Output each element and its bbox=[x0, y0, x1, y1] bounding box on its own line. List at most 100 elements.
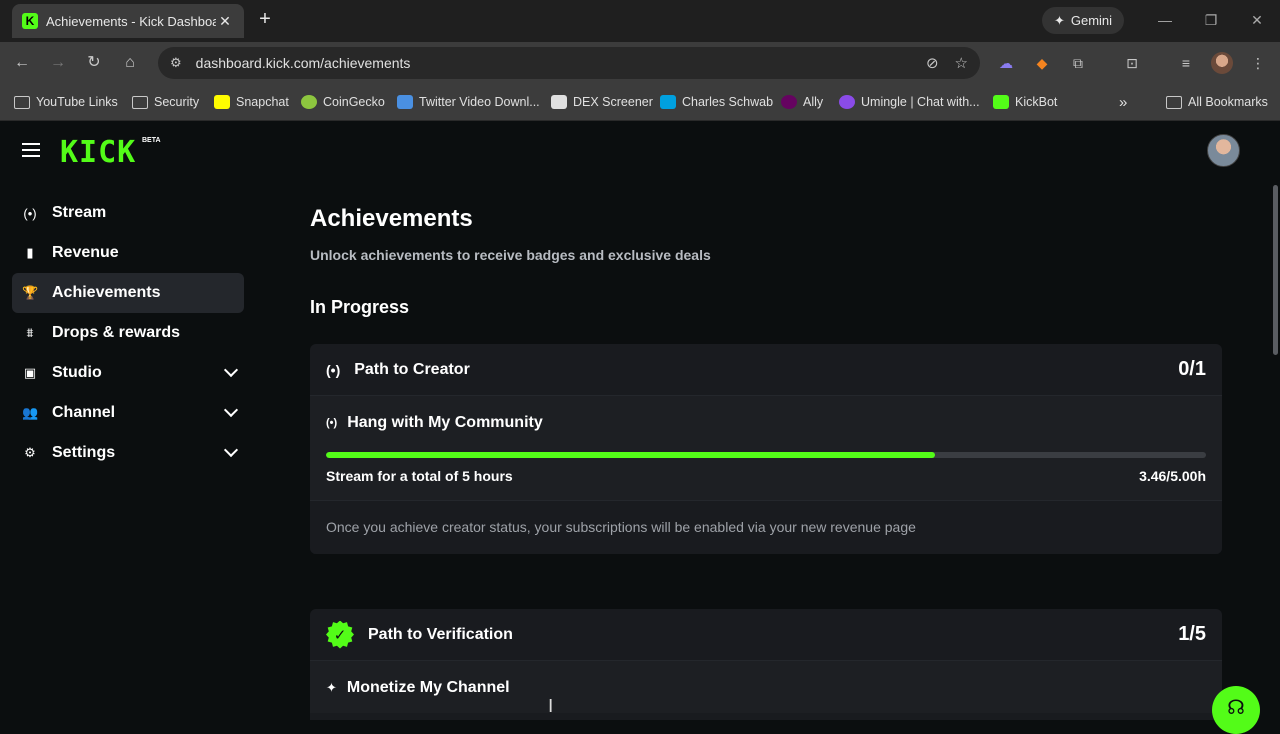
sidebar-item-settings[interactable]: ⚙ Settings bbox=[12, 433, 244, 473]
sparkle-icon: ✦ bbox=[1053, 12, 1065, 28]
snapchat-icon bbox=[214, 95, 230, 109]
sidebar-item-achievements[interactable]: 🏆 Achievements bbox=[12, 273, 244, 313]
gear-icon: ⚙ bbox=[24, 445, 36, 460]
progress-bar-fill bbox=[326, 452, 935, 458]
main-content: Achievements Unlock achievements to rece… bbox=[310, 205, 1222, 720]
page-subtitle: Unlock achievements to receive badges an… bbox=[310, 247, 711, 263]
metamask-icon[interactable]: ◆ bbox=[1032, 53, 1052, 73]
browser-tab[interactable]: K Achievements - Kick Dashboard ✕ bbox=[12, 4, 244, 38]
sidebar-item-studio[interactable]: ▣ Studio bbox=[12, 353, 244, 393]
forward-icon[interactable]: → bbox=[46, 51, 70, 75]
ally-icon bbox=[781, 95, 797, 109]
card-progress-count: 1/5 bbox=[1178, 623, 1206, 645]
page-scrollbar[interactable] bbox=[1273, 185, 1278, 355]
channel-icon: 👥 bbox=[22, 405, 39, 420]
task-progress-text: 3.46/5.00h bbox=[1139, 468, 1206, 484]
kick-logo[interactable]: KICK bbox=[60, 135, 136, 170]
bookmark-umingle[interactable]: Umingle | Chat with... bbox=[839, 92, 980, 112]
site-info-icon[interactable]: ⚙ bbox=[170, 55, 182, 71]
bookmark-charles-schwab[interactable]: Charles Schwab bbox=[660, 92, 773, 112]
home-icon[interactable]: ⌂ bbox=[118, 51, 142, 75]
address-bar[interactable]: ⚙ dashboard.kick.com/achievements ⊘ ☆ bbox=[158, 47, 980, 79]
page-title: Achievements bbox=[310, 205, 473, 232]
achievement-card-path-to-verification: ✓ Path to Verification 1/5 ✦ Monetize My… bbox=[310, 609, 1222, 720]
card-header[interactable]: (•) Path to Creator 0/1 bbox=[310, 344, 1222, 396]
umingle-icon bbox=[839, 95, 855, 109]
card-title: Path to Creator bbox=[354, 360, 470, 378]
bookmarks-bar: YouTube Links Security Snapchat CoinGeck… bbox=[0, 84, 1280, 121]
bookmark-kickbot[interactable]: KickBot bbox=[993, 92, 1057, 112]
user-avatar[interactable] bbox=[1207, 134, 1240, 167]
card-footer-note: Once you achieve creator status, your su… bbox=[310, 500, 1222, 554]
bookmark-ally[interactable]: Ally bbox=[781, 92, 823, 112]
kickbot-icon bbox=[993, 95, 1009, 109]
back-icon[interactable]: ← bbox=[10, 51, 34, 75]
dexscreener-icon bbox=[551, 95, 567, 109]
task-title: Monetize My Channel bbox=[346, 679, 510, 696]
more-bookmarks-icon[interactable]: » bbox=[1119, 92, 1127, 112]
media-control-icon[interactable]: ≡ bbox=[1176, 53, 1196, 73]
tab-title: Achievements - Kick Dashboard bbox=[46, 13, 216, 29]
sidebar-item-revenue[interactable]: ▮ Revenue bbox=[12, 233, 244, 273]
task-item: (•) Hang with My Community Stream for a … bbox=[310, 396, 1222, 500]
broadcast-icon: (•) bbox=[326, 361, 341, 378]
url-text: dashboard.kick.com/achievements bbox=[195, 55, 411, 71]
new-tab-button[interactable]: + bbox=[254, 8, 276, 32]
sidebar-item-label: Revenue bbox=[52, 244, 119, 261]
all-bookmarks-button[interactable]: All Bookmarks bbox=[1166, 92, 1268, 112]
hamburger-menu-icon[interactable] bbox=[22, 143, 40, 157]
chevron-down-icon[interactable] bbox=[223, 402, 239, 418]
headset-icon: ☊ bbox=[1227, 697, 1245, 719]
studio-icon: ▣ bbox=[23, 365, 37, 380]
achievement-card-path-to-creator: (•) Path to Creator 0/1 (•) Hang with My… bbox=[310, 344, 1222, 554]
sidebar-item-label: Achievements bbox=[52, 284, 161, 301]
progress-bar bbox=[326, 452, 1206, 458]
window-close-icon[interactable]: ✕ bbox=[1244, 8, 1270, 32]
sidebar-item-label: Settings bbox=[52, 444, 116, 461]
bookmark-dex-screener[interactable]: DEX Screener bbox=[551, 92, 653, 112]
sidebar-item-label: Studio bbox=[52, 364, 102, 381]
minimize-icon[interactable]: — bbox=[1152, 8, 1178, 32]
eye-off-icon[interactable]: ⊘ bbox=[926, 54, 939, 72]
browser-menu-icon[interactable]: ⋮ bbox=[1248, 53, 1268, 73]
app-header: KICK BETA bbox=[0, 121, 1280, 181]
support-chat-button[interactable]: ☊ bbox=[1212, 686, 1260, 734]
folder-icon bbox=[14, 95, 30, 109]
extension-cloud-icon[interactable]: ☁ bbox=[996, 53, 1016, 73]
tab-search-icon[interactable]: ⊡ bbox=[1122, 53, 1142, 73]
reload-icon[interactable]: ↻ bbox=[82, 51, 106, 75]
browser-tab-strip: K Achievements - Kick Dashboard ✕ + ✦ Ge… bbox=[0, 0, 1280, 42]
bookmark-star-icon[interactable]: ☆ bbox=[955, 54, 968, 72]
trophy-icon: 🏆 bbox=[22, 285, 39, 300]
section-title: In Progress bbox=[310, 297, 410, 317]
task-title: Hang with My Community bbox=[347, 414, 543, 431]
sidebar-nav: (•) Stream ▮ Revenue 🏆 Achievements ⩩ Dr… bbox=[12, 193, 244, 473]
broadcast-icon: (•) bbox=[326, 417, 338, 429]
coingecko-icon bbox=[301, 95, 317, 109]
bookmark-security[interactable]: Security bbox=[132, 92, 199, 112]
chevron-down-icon[interactable] bbox=[223, 442, 239, 458]
bookmark-coingecko[interactable]: CoinGecko bbox=[301, 92, 385, 112]
extensions-puzzle-icon[interactable]: ⧉ bbox=[1068, 53, 1088, 73]
profile-avatar[interactable] bbox=[1211, 52, 1233, 74]
bookmark-snapchat[interactable]: Snapchat bbox=[214, 92, 289, 112]
sidebar-item-label: Stream bbox=[52, 204, 107, 221]
sidebar-item-label: Channel bbox=[52, 404, 116, 421]
sidebar-item-label: Drops & rewards bbox=[52, 324, 181, 341]
restore-icon[interactable]: ❐ bbox=[1198, 8, 1224, 32]
stream-icon: (•) bbox=[23, 205, 37, 221]
bookmark-twitter-video[interactable]: Twitter Video Downl... bbox=[397, 92, 540, 112]
chevron-down-icon[interactable] bbox=[223, 362, 239, 378]
gemini-button[interactable]: ✦ Gemini bbox=[1042, 7, 1124, 34]
beta-badge: BETA bbox=[142, 137, 161, 144]
verified-badge-icon: ✓ bbox=[326, 620, 354, 649]
sidebar-item-channel[interactable]: 👥 Channel bbox=[12, 393, 244, 433]
sparkle-icon: ✦ bbox=[326, 680, 337, 695]
bookmark-youtube-links[interactable]: YouTube Links bbox=[14, 92, 118, 112]
task-item: ✦ Monetize My Channel bbox=[310, 661, 1222, 713]
sidebar-item-drops-rewards[interactable]: ⩩ Drops & rewards bbox=[12, 313, 244, 353]
gemini-label: Gemini bbox=[1070, 13, 1113, 28]
card-header[interactable]: ✓ Path to Verification 1/5 bbox=[310, 609, 1222, 661]
sidebar-item-stream[interactable]: (•) Stream bbox=[12, 193, 244, 233]
close-tab-icon[interactable]: ✕ bbox=[216, 13, 234, 30]
